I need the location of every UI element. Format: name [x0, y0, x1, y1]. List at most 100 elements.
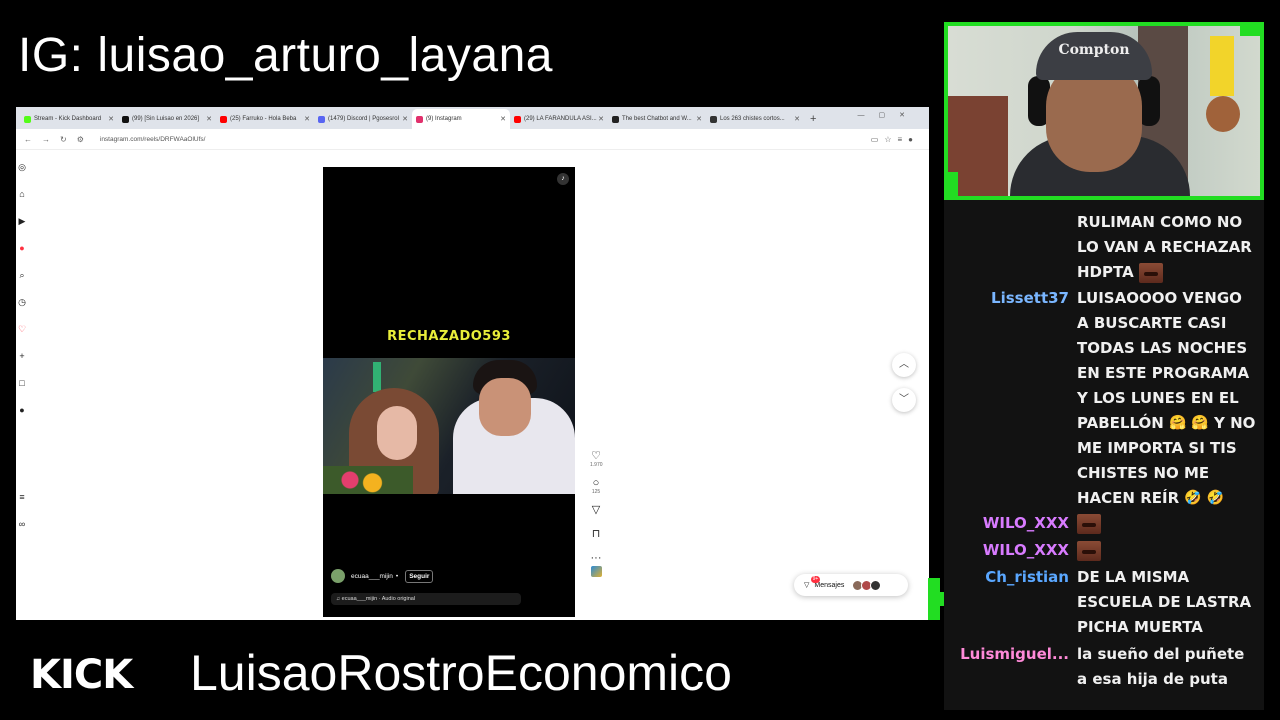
- teddy-bear: [1206, 96, 1240, 132]
- close-icon[interactable]: ✕: [206, 115, 212, 123]
- girl-face: [377, 406, 417, 460]
- tab-youtube-farandula[interactable]: (29) LA FARANDULA ASI... ✕: [510, 109, 608, 129]
- chat-username[interactable]: Ch_ristian: [944, 565, 1069, 590]
- more-options-icon[interactable]: ···: [590, 552, 602, 564]
- laughing-emoji-icon: 🤣 🤣: [1184, 490, 1225, 506]
- previous-reel-button[interactable]: ︿: [892, 353, 916, 377]
- create-icon[interactable]: +: [18, 351, 26, 378]
- comment-icon[interactable]: ○: [590, 477, 602, 489]
- messages-badge: 9+: [811, 576, 820, 583]
- emote-icon: [1077, 513, 1101, 534]
- like-icon[interactable]: ♡: [590, 450, 602, 462]
- notifications-icon[interactable]: ♡: [18, 324, 26, 351]
- sound-icon[interactable]: ♪: [557, 173, 569, 185]
- tab-strip: Stream - Kick Dashboard ✕ (99) [Sin Luisa…: [16, 107, 929, 129]
- chat-username[interactable]: WILO_XXX: [944, 511, 1069, 536]
- cap-logo: Compton: [1058, 42, 1130, 58]
- ig-handle: IG: luisao_arturo_layana: [18, 29, 553, 82]
- tab-instagram[interactable]: (9) Instagram ✕: [412, 109, 510, 129]
- street-light: [373, 362, 381, 392]
- chat-message-text: [1077, 538, 1257, 563]
- tab-label: (9) Instagram: [426, 116, 462, 122]
- chat-message-text: DE LA MISMA ESCUELA DE LASTRA PICHA MUER…: [1077, 568, 1252, 636]
- site-info-icon[interactable]: ⚙: [77, 135, 84, 144]
- chat-text: LUISAOOOO VENGO A BUSCARTE CASI TODAS LA…: [1077, 289, 1250, 432]
- messages-icon[interactable]: ●: [18, 243, 26, 270]
- chat-text: RULIMAN COMO NO LO VAN A RECHAZAR HDPTA: [1077, 213, 1252, 281]
- avatar: [870, 579, 882, 591]
- reload-icon[interactable]: ↻: [60, 135, 67, 144]
- like-count: 1.970: [590, 462, 603, 468]
- tab-label: Los 263 chistes cortos...: [720, 116, 785, 122]
- search-icon[interactable]: ⌕: [18, 270, 26, 297]
- messages-label: Mensajes: [814, 581, 845, 589]
- tab-chatbot[interactable]: The best Chatbot and W... ✕: [608, 109, 706, 129]
- browser-toolbar: ← → ↻ ⚙ instagram.com/reels/DRFWAaOlUfs/: [16, 129, 929, 150]
- emote-icon: [1138, 262, 1163, 283]
- close-icon[interactable]: ✕: [108, 115, 114, 123]
- separator: •: [395, 572, 399, 580]
- youtube-icon: [514, 115, 521, 123]
- tab-label: Stream - Kick Dashboard: [34, 116, 102, 122]
- explore-icon[interactable]: ◷: [18, 297, 26, 324]
- address-bar[interactable]: instagram.com/reels/DRFWAaOlUfs/: [100, 136, 206, 143]
- tab-kick-dashboard[interactable]: Stream - Kick Dashboard ✕: [20, 109, 118, 129]
- toolbar-extensions[interactable]: ▭☆≡●: [871, 135, 919, 144]
- home-icon[interactable]: ⌂: [18, 189, 26, 216]
- follow-button[interactable]: Seguir: [405, 569, 434, 583]
- chat-message-text: [1077, 511, 1257, 536]
- tab-discord[interactable]: (1479) Discord | Pgosesrol ✕: [314, 109, 412, 129]
- close-icon[interactable]: ✕: [696, 115, 702, 123]
- tab-youtube-farruko[interactable]: (25) Farruko - Hola Beba ✕: [216, 109, 314, 129]
- boy-face: [479, 378, 531, 436]
- share-icon[interactable]: ▽: [590, 504, 602, 516]
- chat-username[interactable]: Lissett37: [944, 286, 1069, 311]
- new-tab-button[interactable]: +: [804, 109, 822, 129]
- channel-name: LuisaoRostroEconomico: [190, 645, 732, 701]
- tab-tiktok[interactable]: (99) [Sin Luisao en 2026] ✕: [118, 109, 216, 129]
- back-icon[interactable]: ←: [24, 135, 32, 144]
- tab-label: The best Chatbot and W...: [622, 116, 692, 122]
- more-menu-icon[interactable]: ≡: [18, 492, 26, 519]
- chat-username[interactable]: WILO_XXX: [944, 538, 1069, 563]
- audio-thumbnail[interactable]: [590, 566, 602, 577]
- reel-actions: ♡ 1.970 ○ 125 ▽ ⊓ ···: [590, 450, 603, 577]
- instagram-icon: [416, 115, 423, 123]
- tab-chistes[interactable]: Los 263 chistes cortos... ✕: [706, 109, 804, 129]
- close-icon[interactable]: ✕: [304, 115, 310, 123]
- stream-footer: KICK LuisaoRostroEconomico: [0, 630, 940, 720]
- kick-icon: [24, 115, 31, 123]
- close-icon[interactable]: ✕: [794, 115, 800, 123]
- next-reel-button[interactable]: ﹀: [892, 388, 916, 412]
- meta-icon[interactable]: ∞: [18, 519, 26, 546]
- avatar[interactable]: [331, 569, 345, 583]
- save-icon[interactable]: ⊓: [590, 528, 602, 540]
- reels-icon[interactable]: ▶: [18, 216, 26, 243]
- doc-icon: [710, 115, 717, 123]
- emote-icon: [1077, 540, 1101, 561]
- mouse-cursor-icon: ↖: [528, 605, 537, 616]
- yellow-towel: [1210, 36, 1234, 96]
- author-name[interactable]: ecuaa___mijin: [351, 573, 393, 580]
- profile-icon[interactable]: □: [18, 378, 26, 405]
- frame-corner: [944, 172, 958, 200]
- forward-icon[interactable]: →: [42, 135, 50, 144]
- threads-icon[interactable]: ●: [18, 405, 26, 432]
- close-icon[interactable]: ✕: [598, 115, 604, 123]
- messages-widget[interactable]: ▽ 9+ Mensajes: [794, 574, 908, 596]
- close-icon[interactable]: ✕: [402, 115, 408, 123]
- chat-message-text: RULIMAN COMO NO LO VAN A RECHAZAR HDPTA: [1077, 210, 1257, 285]
- flower-bouquet: [323, 466, 413, 494]
- send-icon: ▽: [804, 582, 810, 589]
- tab-label: (25) Farruko - Hola Beba: [230, 116, 297, 122]
- reel-player[interactable]: ♪ RECHAZADO593 ecuaa___mijin • Seguir ♫ …: [323, 167, 575, 617]
- reel-author[interactable]: ecuaa___mijin • Seguir: [331, 569, 434, 583]
- window-controls[interactable]: —▢✕: [858, 111, 919, 119]
- close-icon[interactable]: ✕: [500, 115, 506, 123]
- audio-label[interactable]: ♫ ecuaa___mijin · Audio original: [331, 593, 521, 605]
- instagram-logo-icon[interactable]: ◎: [18, 162, 26, 189]
- chat-username[interactable]: Luismiguel...: [944, 642, 1069, 667]
